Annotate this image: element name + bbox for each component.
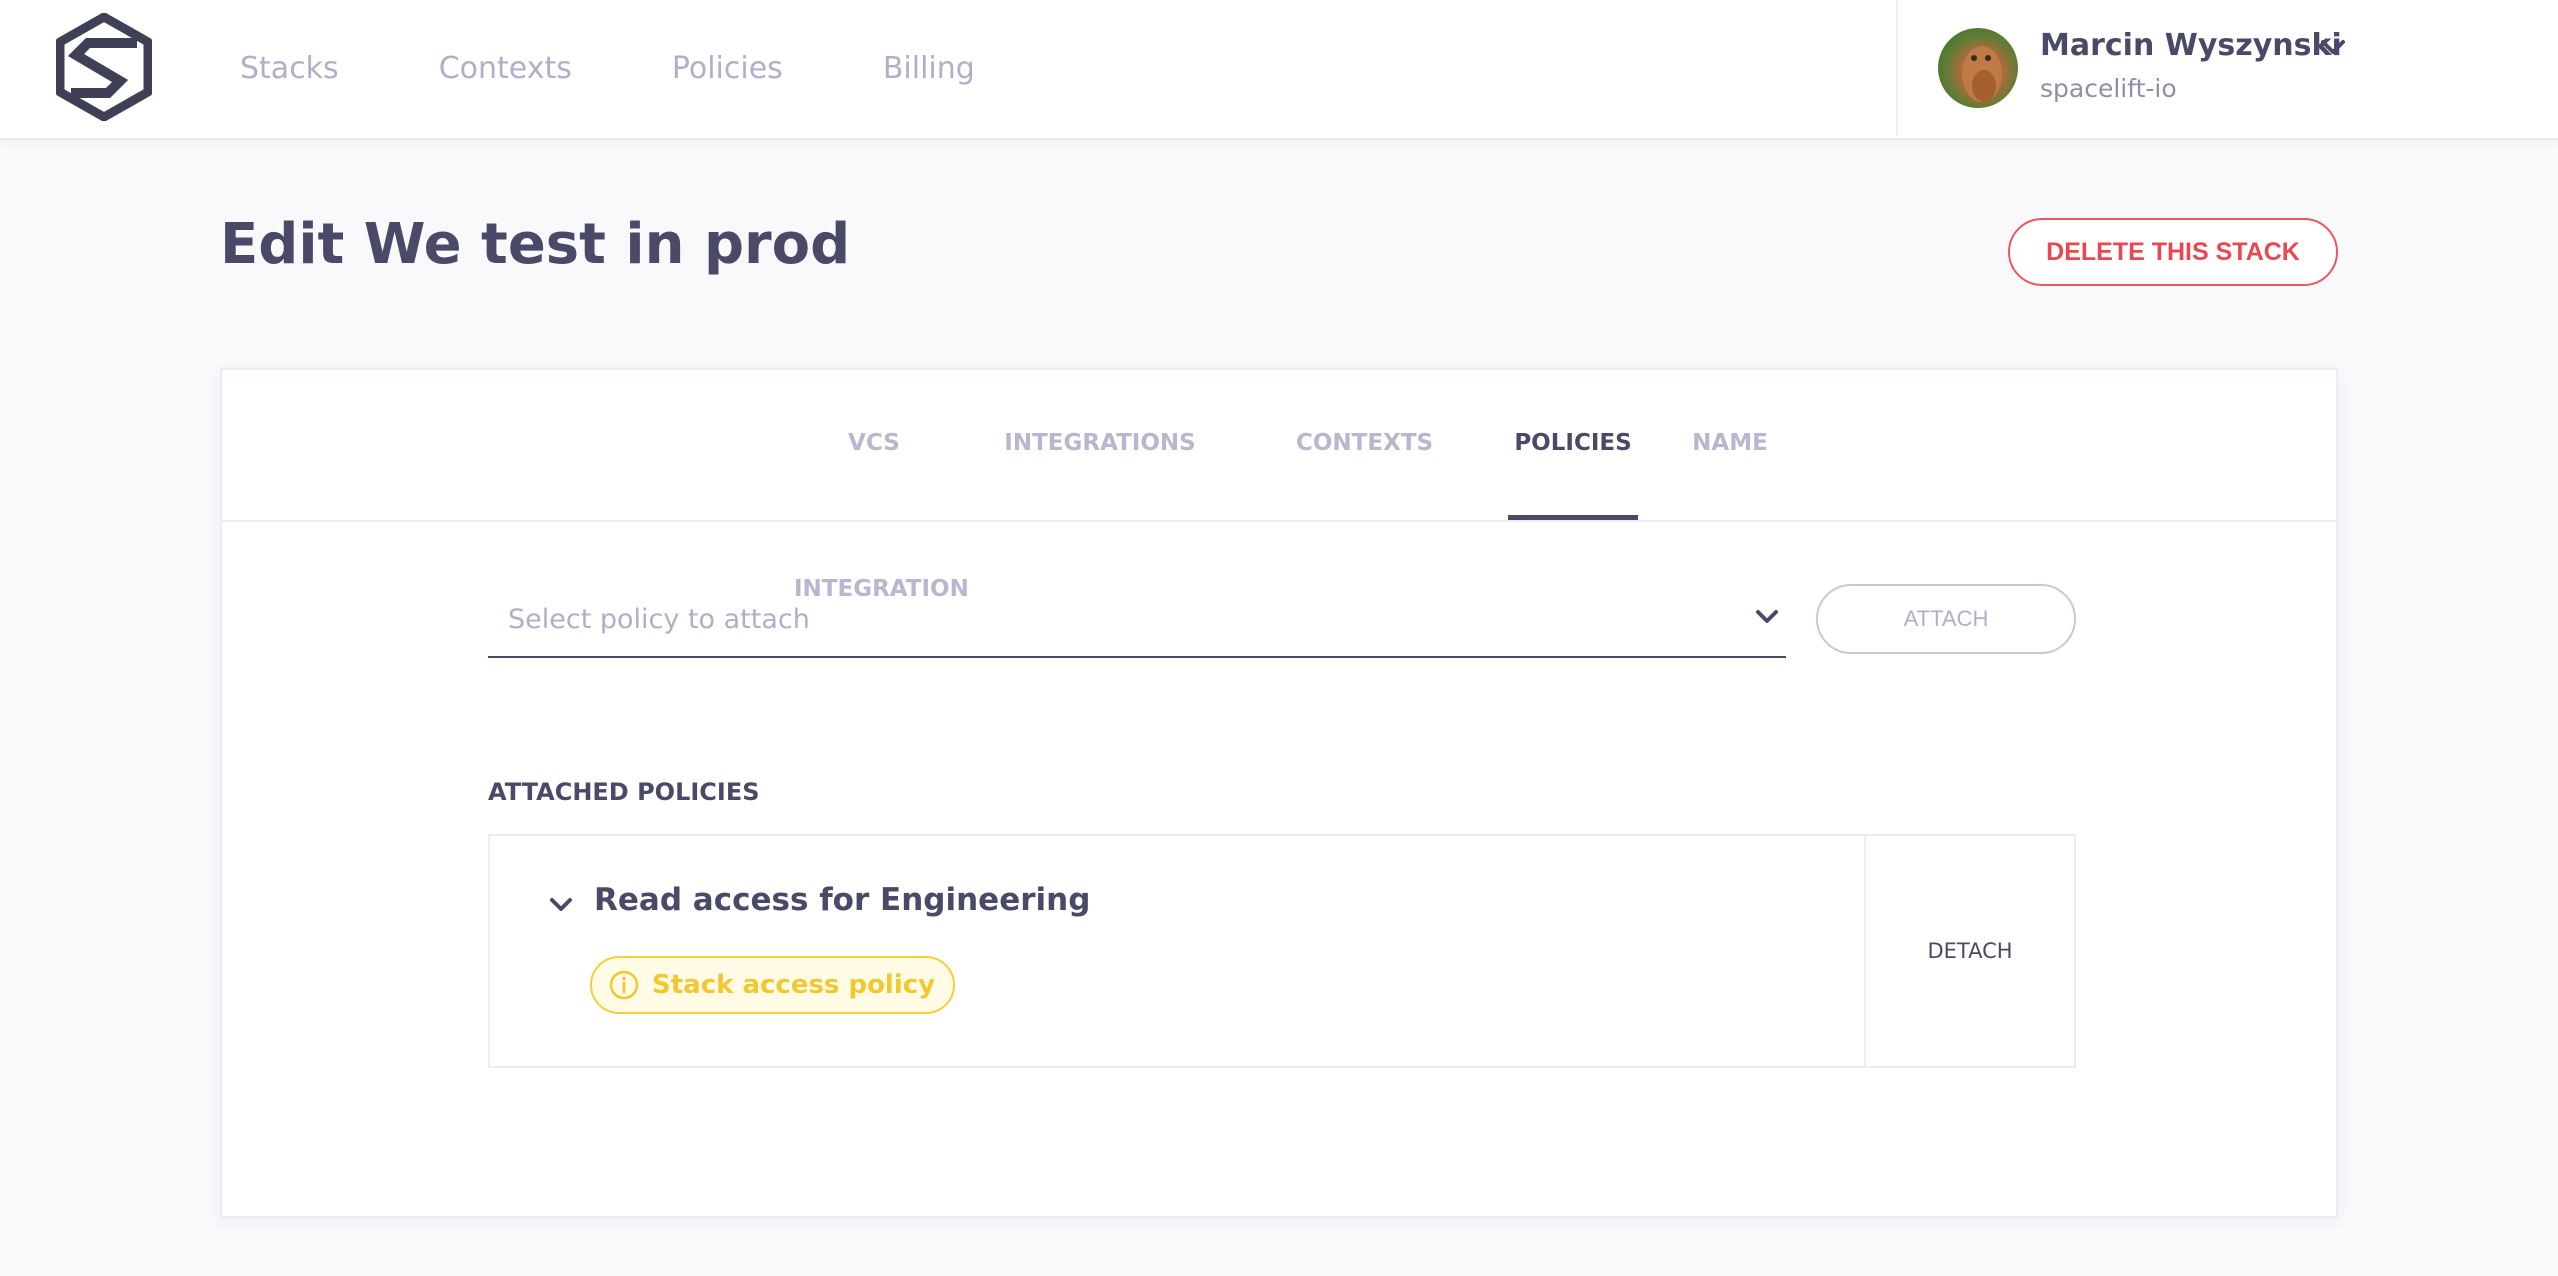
policy-select[interactable]: Select policy to attach	[488, 582, 1786, 658]
attach-button[interactable]: ATTACH	[1816, 584, 2076, 654]
info-circle-icon	[609, 970, 639, 1000]
user-name: Marcin Wyszynski	[2040, 28, 2342, 63]
page-title: Edit We test in prod	[220, 212, 851, 277]
policy-select-placeholder: Select policy to attach	[508, 604, 810, 635]
delete-stack-button[interactable]: DELETE THIS STACK	[2008, 218, 2338, 286]
main-nav: Stacks Contexts Policies Billing	[240, 0, 1075, 136]
stack-settings-card: VCS INTEGRATION INTEGRATIONS CONTEXTS PO…	[220, 368, 2338, 1218]
spacelift-logo[interactable]	[56, 13, 152, 121]
chevron-down-icon	[1756, 610, 1778, 623]
policy-details: Read access for Engineering Stack access…	[490, 836, 1866, 1066]
policy-type-label: Stack access policy	[652, 970, 936, 1000]
tab-bar: VCS INTEGRATION INTEGRATIONS CONTEXTS PO…	[222, 370, 2336, 602]
nav-item-policies[interactable]: Policies	[672, 51, 783, 86]
policy-name[interactable]: Read access for Engineering	[594, 882, 1090, 918]
policy-row: Read access for Engineering Stack access…	[488, 834, 2076, 1068]
tab-vcs-integration[interactable]: VCS INTEGRATION	[794, 370, 969, 602]
tab-contexts[interactable]: CONTEXTS	[1296, 370, 1433, 520]
nav-item-contexts[interactable]: Contexts	[439, 51, 572, 86]
top-bar: Stacks Contexts Policies Billing Marcin …	[0, 0, 2558, 140]
detach-button[interactable]: DETACH	[1866, 836, 2074, 1066]
attached-policies-title: ATTACHED POLICIES	[488, 778, 760, 806]
avatar	[1938, 28, 2018, 108]
nav-item-billing[interactable]: Billing	[883, 51, 975, 86]
chevron-down-icon[interactable]	[548, 896, 574, 914]
user-org: spacelift-io	[2040, 74, 2177, 103]
tab-name[interactable]: NAME	[1690, 370, 1770, 520]
policy-type-badge: Stack access policy	[590, 956, 956, 1014]
chevron-down-icon[interactable]	[2318, 36, 2348, 58]
user-menu[interactable]: Marcin Wyszynski spacelift-io	[1896, 0, 2558, 136]
nav-item-stacks[interactable]: Stacks	[240, 51, 339, 86]
tab-integrations[interactable]: INTEGRATIONS	[1000, 370, 1200, 520]
tab-policies[interactable]: POLICIES	[1508, 370, 1638, 520]
